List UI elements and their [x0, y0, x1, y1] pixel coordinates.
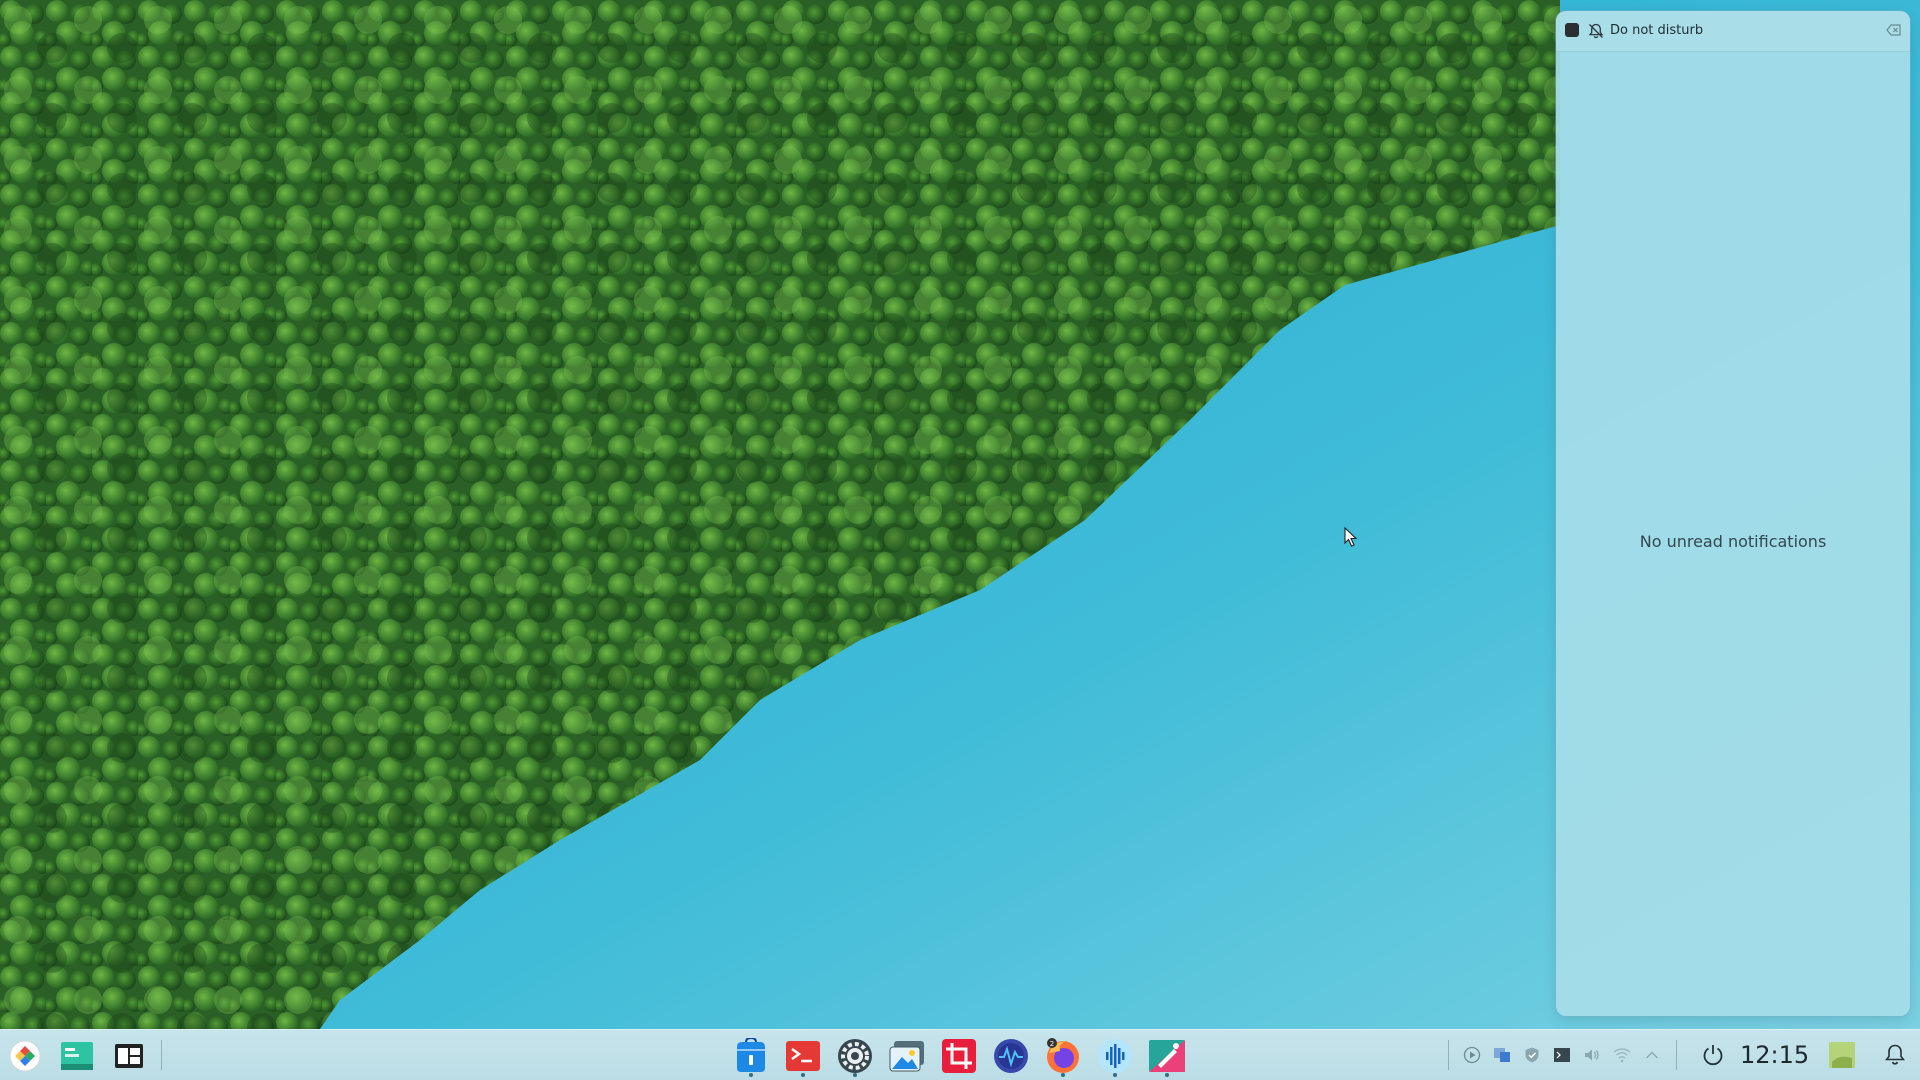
task-crop-tool[interactable] — [940, 1037, 978, 1075]
running-indicator — [1113, 1073, 1117, 1077]
app-launcher-icon — [9, 1040, 41, 1072]
notifications-button[interactable] — [1882, 1042, 1908, 1068]
do-not-disturb-label: Do not disturb — [1610, 23, 1704, 38]
system-settings-icon — [838, 1039, 872, 1073]
task-image-viewer[interactable] — [888, 1037, 926, 1075]
tray-volume[interactable] — [1582, 1045, 1602, 1065]
task-audio-recorder[interactable] — [1096, 1037, 1134, 1077]
running-indicator — [801, 1073, 805, 1077]
media-player-icon — [1463, 1046, 1481, 1064]
note-icon — [1829, 1042, 1855, 1068]
task-firefox[interactable]: 2 — [1044, 1037, 1082, 1077]
display-icon — [1554, 1048, 1570, 1062]
tray-separator — [1676, 1040, 1677, 1070]
terminal-icon — [786, 1041, 820, 1071]
expand-tray-icon — [1646, 1051, 1658, 1059]
tray-separator — [1448, 1040, 1449, 1070]
power-button[interactable] — [1700, 1042, 1726, 1068]
peek-at-desktop-button[interactable] — [58, 1037, 96, 1075]
clear-all-icon[interactable] — [1886, 23, 1902, 37]
notifications-header: Do not disturb — [1556, 11, 1910, 52]
overview-button[interactable] — [110, 1037, 148, 1075]
task-terminal[interactable] — [784, 1037, 822, 1077]
task-system-settings[interactable] — [836, 1037, 874, 1077]
vault-icon — [1525, 1047, 1539, 1063]
svg-text:2: 2 — [1050, 1040, 1054, 1048]
discover-store-icon — [737, 1038, 765, 1072]
running-indicator — [1061, 1073, 1065, 1077]
crop-tool-icon — [942, 1039, 976, 1073]
firefox-icon: 2 — [1047, 1038, 1079, 1073]
tray-vault[interactable] — [1522, 1045, 1542, 1065]
tray-kde-connect[interactable] — [1492, 1045, 1512, 1065]
digital-clock[interactable]: 12:15 — [1740, 1041, 1809, 1069]
running-indicator — [749, 1073, 753, 1077]
empty-notifications-message: No unread notifications — [1639, 532, 1827, 551]
clipboard-widget[interactable] — [1826, 1039, 1858, 1071]
do-not-disturb-checkbox[interactable] — [1565, 23, 1579, 37]
tray-network[interactable] — [1612, 1045, 1632, 1065]
task-system-monitor[interactable] — [992, 1037, 1030, 1075]
system-monitor-icon — [994, 1039, 1028, 1073]
drawing-app-icon — [1149, 1040, 1185, 1072]
tray-expand-button[interactable] — [1642, 1045, 1662, 1065]
tray-display[interactable] — [1552, 1045, 1572, 1065]
network-icon — [1613, 1048, 1631, 1063]
audio-recorder-icon — [1098, 1039, 1132, 1073]
bell-icon — [1885, 1044, 1905, 1065]
task-discover[interactable] — [732, 1037, 770, 1077]
taskbar-separator — [161, 1040, 162, 1070]
kde-connect-icon — [1494, 1048, 1510, 1062]
running-indicator — [853, 1073, 857, 1077]
overview-icon — [115, 1044, 143, 1068]
volume-icon — [1585, 1049, 1599, 1061]
running-indicator — [1165, 1073, 1169, 1077]
image-viewer-icon — [889, 1041, 924, 1072]
taskbar: 2 12:15 — [0, 1029, 1920, 1080]
power-icon — [1703, 1045, 1723, 1066]
tray-media-player[interactable] — [1462, 1045, 1482, 1065]
application-launcher-button[interactable] — [6, 1037, 44, 1075]
peek-at-desktop-icon — [61, 1042, 93, 1070]
mouse-cursor-icon — [1344, 527, 1358, 547]
bell-off-icon — [1588, 23, 1604, 39]
task-drawing-app[interactable] — [1148, 1037, 1186, 1077]
notifications-panel: Do not disturb No unread notifications — [1556, 11, 1910, 1016]
